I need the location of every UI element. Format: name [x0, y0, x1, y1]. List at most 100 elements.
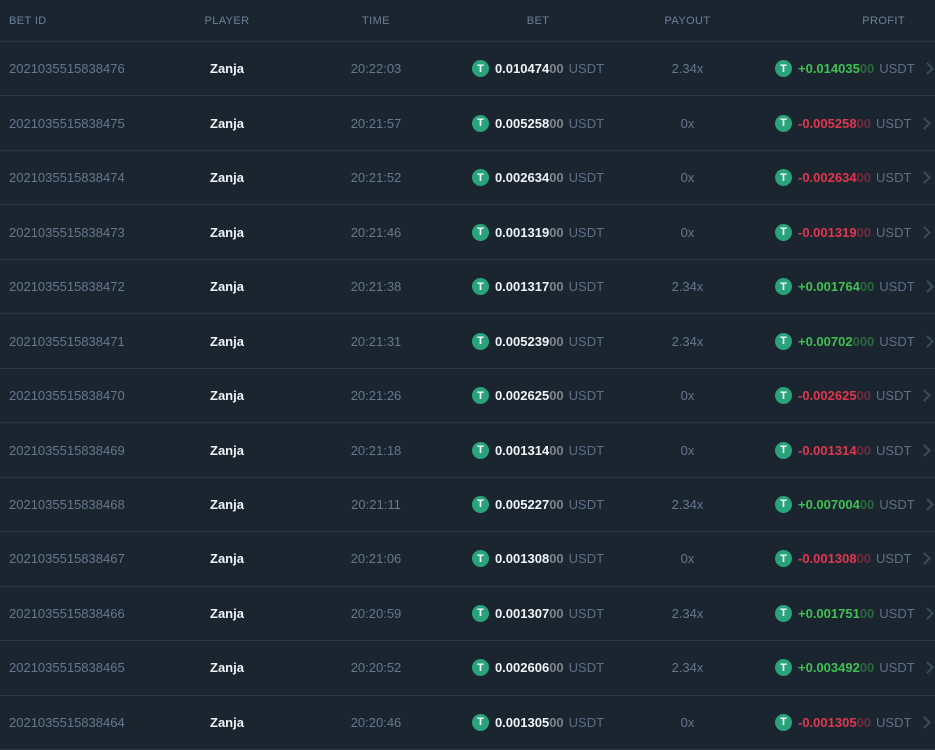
column-header-player: PLAYER [204, 14, 250, 27]
profit-cell: T -0.001319 00 USDT [775, 223, 911, 241]
profit-amount: -0.002625 [798, 388, 857, 404]
row-detail-chevron[interactable] [915, 661, 935, 675]
time-cell: 20:21:06 [350, 551, 402, 567]
tether-coin-icon: T [775, 659, 792, 677]
payout-cell: 0x [680, 170, 695, 186]
payout-cell: 2.34x [671, 605, 704, 621]
bet-row[interactable]: 2021035515838474 Zanja 20:21:52 T 0.0026… [0, 149, 935, 204]
bet-amount-cell: T 0.005239 00 USDT [471, 332, 604, 350]
bet-amount: 0.002606 [494, 660, 550, 676]
profit-cell: T +0.00702 000 USDT [775, 332, 915, 350]
time-cell: 20:20:59 [350, 605, 402, 621]
tether-coin-icon: T [775, 387, 792, 405]
row-detail-chevron[interactable] [915, 334, 935, 348]
bet-id-cell: 2021035515838472 [9, 279, 125, 295]
bet-row[interactable]: 2021035515838469 Zanja 20:21:18 T 0.0013… [0, 422, 935, 476]
tether-coin-icon: T [775, 114, 792, 132]
bet-currency-label: USDT [568, 551, 605, 567]
tether-coin-icon: T [471, 441, 489, 459]
bet-id-cell: 2021035515838476 [9, 61, 125, 77]
profit-currency-label: USDT [879, 660, 915, 676]
bet-currency-label: USDT [568, 115, 605, 131]
profit-currency-label: USDT [879, 333, 915, 349]
row-detail-chevron[interactable] [911, 715, 935, 729]
player-cell: Zanja [210, 551, 244, 567]
row-detail-chevron[interactable] [911, 443, 935, 457]
profit-amount-trailing-zeros: 00 [856, 170, 872, 186]
tether-coin-icon: T [471, 114, 489, 132]
bet-amount: 0.001307 [494, 605, 550, 621]
row-detail-chevron[interactable] [911, 171, 935, 185]
profit-currency-label: USDT [876, 551, 912, 567]
tether-coin-icon: T [775, 495, 792, 513]
row-detail-chevron[interactable] [911, 389, 935, 402]
bet-row[interactable]: 2021035515838473 Zanja 20:21:46 T 0.0013… [0, 204, 935, 258]
bet-currency-label: USDT [568, 61, 605, 77]
tether-coin-icon: T [775, 169, 792, 187]
bet-id-cell: 2021035515838469 [9, 442, 125, 458]
bet-amount-trailing-zeros: 00 [549, 279, 564, 295]
bet-id-cell: 2021035515838471 [9, 333, 125, 349]
chevron-right-icon [918, 225, 931, 239]
chevron-right-icon [918, 171, 931, 185]
player-cell: Zanja [210, 61, 244, 77]
bet-id-cell: 2021035515838467 [9, 551, 125, 567]
time-cell: 20:20:52 [350, 660, 402, 676]
profit-amount-trailing-zeros: 00 [856, 388, 872, 404]
player-cell: Zanja [210, 605, 244, 621]
bet-row[interactable]: 2021035515838465 Zanja 20:20:52 T 0.0026… [0, 640, 935, 694]
profit-amount-trailing-zeros: 00 [856, 115, 872, 131]
row-detail-chevron[interactable] [915, 498, 935, 511]
profit-currency-label: USDT [879, 279, 915, 295]
player-cell: Zanja [210, 279, 244, 295]
bet-amount: 0.005258 [494, 115, 550, 131]
tether-coin-icon: T [471, 60, 489, 78]
bet-row[interactable]: 2021035515838464 Zanja 20:20:46 T 0.0013… [0, 694, 935, 750]
chevron-right-icon [918, 443, 931, 457]
bet-amount-cell: T 0.005227 00 USDT [471, 495, 604, 513]
column-header-bet-id: BET ID [9, 14, 47, 27]
profit-amount: +0.00702 [798, 333, 853, 349]
chevron-right-icon [921, 280, 935, 293]
row-detail-chevron[interactable] [915, 280, 935, 293]
profit-amount: -0.001314 [798, 442, 857, 458]
table-header: BET ID PLAYER TIME BET PAYOUT PROFIT [0, 0, 935, 41]
bet-amount-trailing-zeros: 00 [549, 551, 564, 567]
bet-currency-label: USDT [568, 714, 605, 730]
profit-amount-trailing-zeros: 00 [856, 442, 872, 458]
profit-currency-label: USDT [876, 388, 912, 404]
payout-cell: 0x [680, 115, 695, 131]
profit-cell: T +0.003492 00 USDT [775, 659, 915, 677]
bet-row[interactable]: 2021035515838468 Zanja 20:21:11 T 0.0052… [0, 476, 935, 531]
profit-amount-trailing-zeros: 00 [856, 714, 872, 730]
bet-amount-cell: T 0.001307 00 USDT [471, 604, 604, 622]
row-detail-chevron[interactable] [911, 116, 935, 130]
bet-currency-label: USDT [568, 442, 605, 458]
bet-currency-label: USDT [568, 224, 605, 240]
bet-id-cell: 2021035515838470 [9, 388, 125, 404]
profit-currency-label: USDT [876, 442, 912, 458]
payout-cell: 2.34x [671, 496, 704, 512]
row-detail-chevron[interactable] [915, 607, 935, 620]
bet-row[interactable]: 2021035515838466 Zanja 20:20:59 T 0.0013… [0, 585, 935, 640]
bet-id-cell: 2021035515838473 [9, 224, 125, 240]
bet-row[interactable]: 2021035515838472 Zanja 20:21:38 T 0.0013… [0, 258, 935, 313]
bet-amount-trailing-zeros: 00 [549, 224, 564, 240]
tether-coin-icon: T [775, 332, 792, 350]
profit-cell: T +0.001764 00 USDT [775, 278, 915, 296]
bet-row[interactable]: 2021035515838475 Zanja 20:21:57 T 0.0052… [0, 95, 935, 149]
tether-coin-icon: T [471, 169, 489, 187]
bet-row[interactable]: 2021035515838467 Zanja 20:21:06 T 0.0013… [0, 531, 935, 585]
payout-cell: 0x [680, 224, 695, 240]
row-detail-chevron[interactable] [915, 62, 935, 76]
bet-row[interactable]: 2021035515838471 Zanja 20:21:31 T 0.0052… [0, 313, 935, 367]
profit-currency-label: USDT [876, 115, 912, 131]
bet-amount: 0.010474 [494, 61, 550, 77]
row-detail-chevron[interactable] [911, 225, 935, 239]
player-cell: Zanja [210, 714, 244, 730]
bet-row[interactable]: 2021035515838476 Zanja 20:22:03 T 0.0104… [0, 41, 935, 95]
row-detail-chevron[interactable] [911, 552, 935, 566]
bet-id-cell: 2021035515838475 [9, 115, 125, 131]
bet-row[interactable]: 2021035515838470 Zanja 20:21:26 T 0.0026… [0, 367, 935, 422]
tether-coin-icon: T [775, 713, 792, 731]
